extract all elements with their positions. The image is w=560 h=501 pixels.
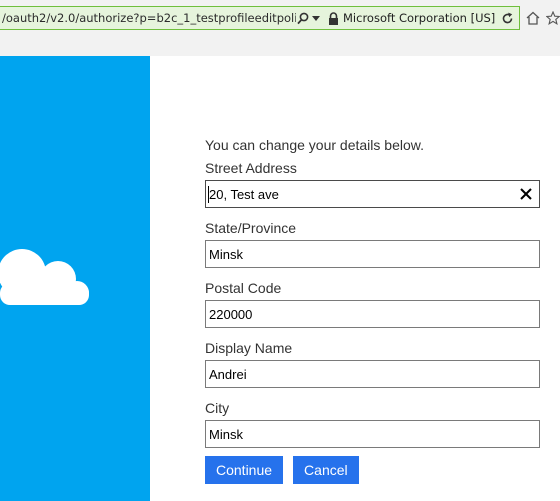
dropdown-icon[interactable] — [310, 8, 322, 28]
lock-icon[interactable] — [326, 8, 340, 28]
street-address-field[interactable] — [205, 180, 540, 208]
city-input[interactable] — [206, 421, 539, 447]
state-province-field[interactable] — [205, 240, 540, 268]
cancel-button[interactable]: Cancel — [293, 456, 359, 484]
cloud-icon — [0, 249, 89, 305]
clear-icon[interactable] — [519, 187, 533, 201]
street-address-label: Street Address — [205, 160, 297, 176]
state-province-input[interactable] — [206, 241, 539, 267]
tab-strip — [0, 34, 560, 56]
browser-toolbar — [526, 6, 560, 30]
text-caret — [208, 186, 209, 203]
display-name-field[interactable] — [205, 360, 540, 388]
form-actions: Continue Cancel — [205, 456, 540, 484]
site-identity[interactable]: Microsoft Corporation [US] — [343, 11, 495, 25]
postal-code-input[interactable] — [206, 301, 539, 327]
postal-code-field[interactable] — [205, 300, 540, 328]
page: You can change your details below. Stree… — [0, 56, 560, 501]
address-bar[interactable]: /oauth2/v2.0/authorize?p=b2c_1_testprofi… — [0, 6, 520, 30]
search-icon[interactable] — [296, 8, 310, 28]
display-name-input[interactable] — [206, 361, 539, 387]
intro-text: You can change your details below. — [205, 137, 424, 153]
refresh-icon[interactable] — [499, 8, 515, 28]
favorites-star-icon[interactable] — [546, 10, 560, 26]
city-label: City — [205, 400, 230, 416]
state-province-label: State/Province — [205, 220, 297, 236]
home-icon[interactable] — [526, 10, 540, 26]
url-text[interactable]: /oauth2/v2.0/authorize?p=b2c_1_testprofi… — [0, 11, 296, 25]
brand-panel — [0, 56, 150, 501]
profile-edit-form: You can change your details below. Stree… — [205, 134, 540, 484]
city-field[interactable] — [205, 420, 540, 448]
postal-code-label: Postal Code — [205, 280, 282, 296]
display-name-label: Display Name — [205, 340, 293, 356]
browser-chrome: /oauth2/v2.0/authorize?p=b2c_1_testprofi… — [0, 0, 560, 34]
street-address-input[interactable] — [206, 181, 539, 207]
continue-button[interactable]: Continue — [205, 456, 284, 484]
